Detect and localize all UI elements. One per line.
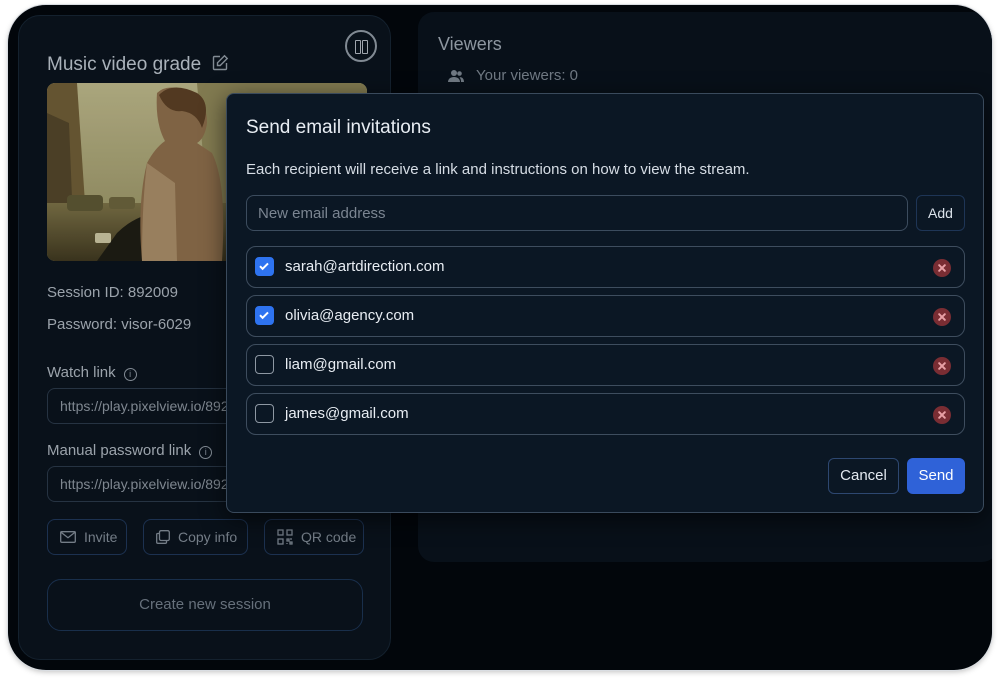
recipient-row: sarah@artdirection.com [246,246,965,288]
add-email-button[interactable]: Add [916,195,965,231]
recipient-row: olivia@agency.com [246,295,965,337]
recipient-checkbox[interactable] [255,257,274,276]
send-button[interactable]: Send [907,458,965,494]
recipient-email: olivia@agency.com [285,307,415,324]
recipient-checkbox[interactable] [255,355,274,374]
remove-icon[interactable] [933,406,951,424]
dialog-description: Each recipient will receive a link and i… [246,161,750,178]
recipient-row: liam@gmail.com [246,344,965,386]
recipient-email: sarah@artdirection.com [285,258,445,275]
remove-icon[interactable] [933,308,951,326]
remove-icon[interactable] [933,357,951,375]
email-invitations-dialog: Send email invitations Each recipient wi… [226,93,984,513]
check-icon [259,311,269,320]
remove-icon[interactable] [933,259,951,277]
recipient-email: james@gmail.com [285,405,409,422]
recipient-email: liam@gmail.com [285,356,397,373]
new-email-input[interactable] [246,195,908,231]
check-icon [259,262,269,271]
app-window: Music video grade Session ID: 892009 Pas… [8,5,992,670]
recipient-checkbox[interactable] [255,404,274,423]
recipient-checkbox[interactable] [255,306,274,325]
recipient-row: james@gmail.com [246,393,965,435]
cancel-button[interactable]: Cancel [828,458,899,494]
dialog-title: Send email invitations [246,117,431,138]
